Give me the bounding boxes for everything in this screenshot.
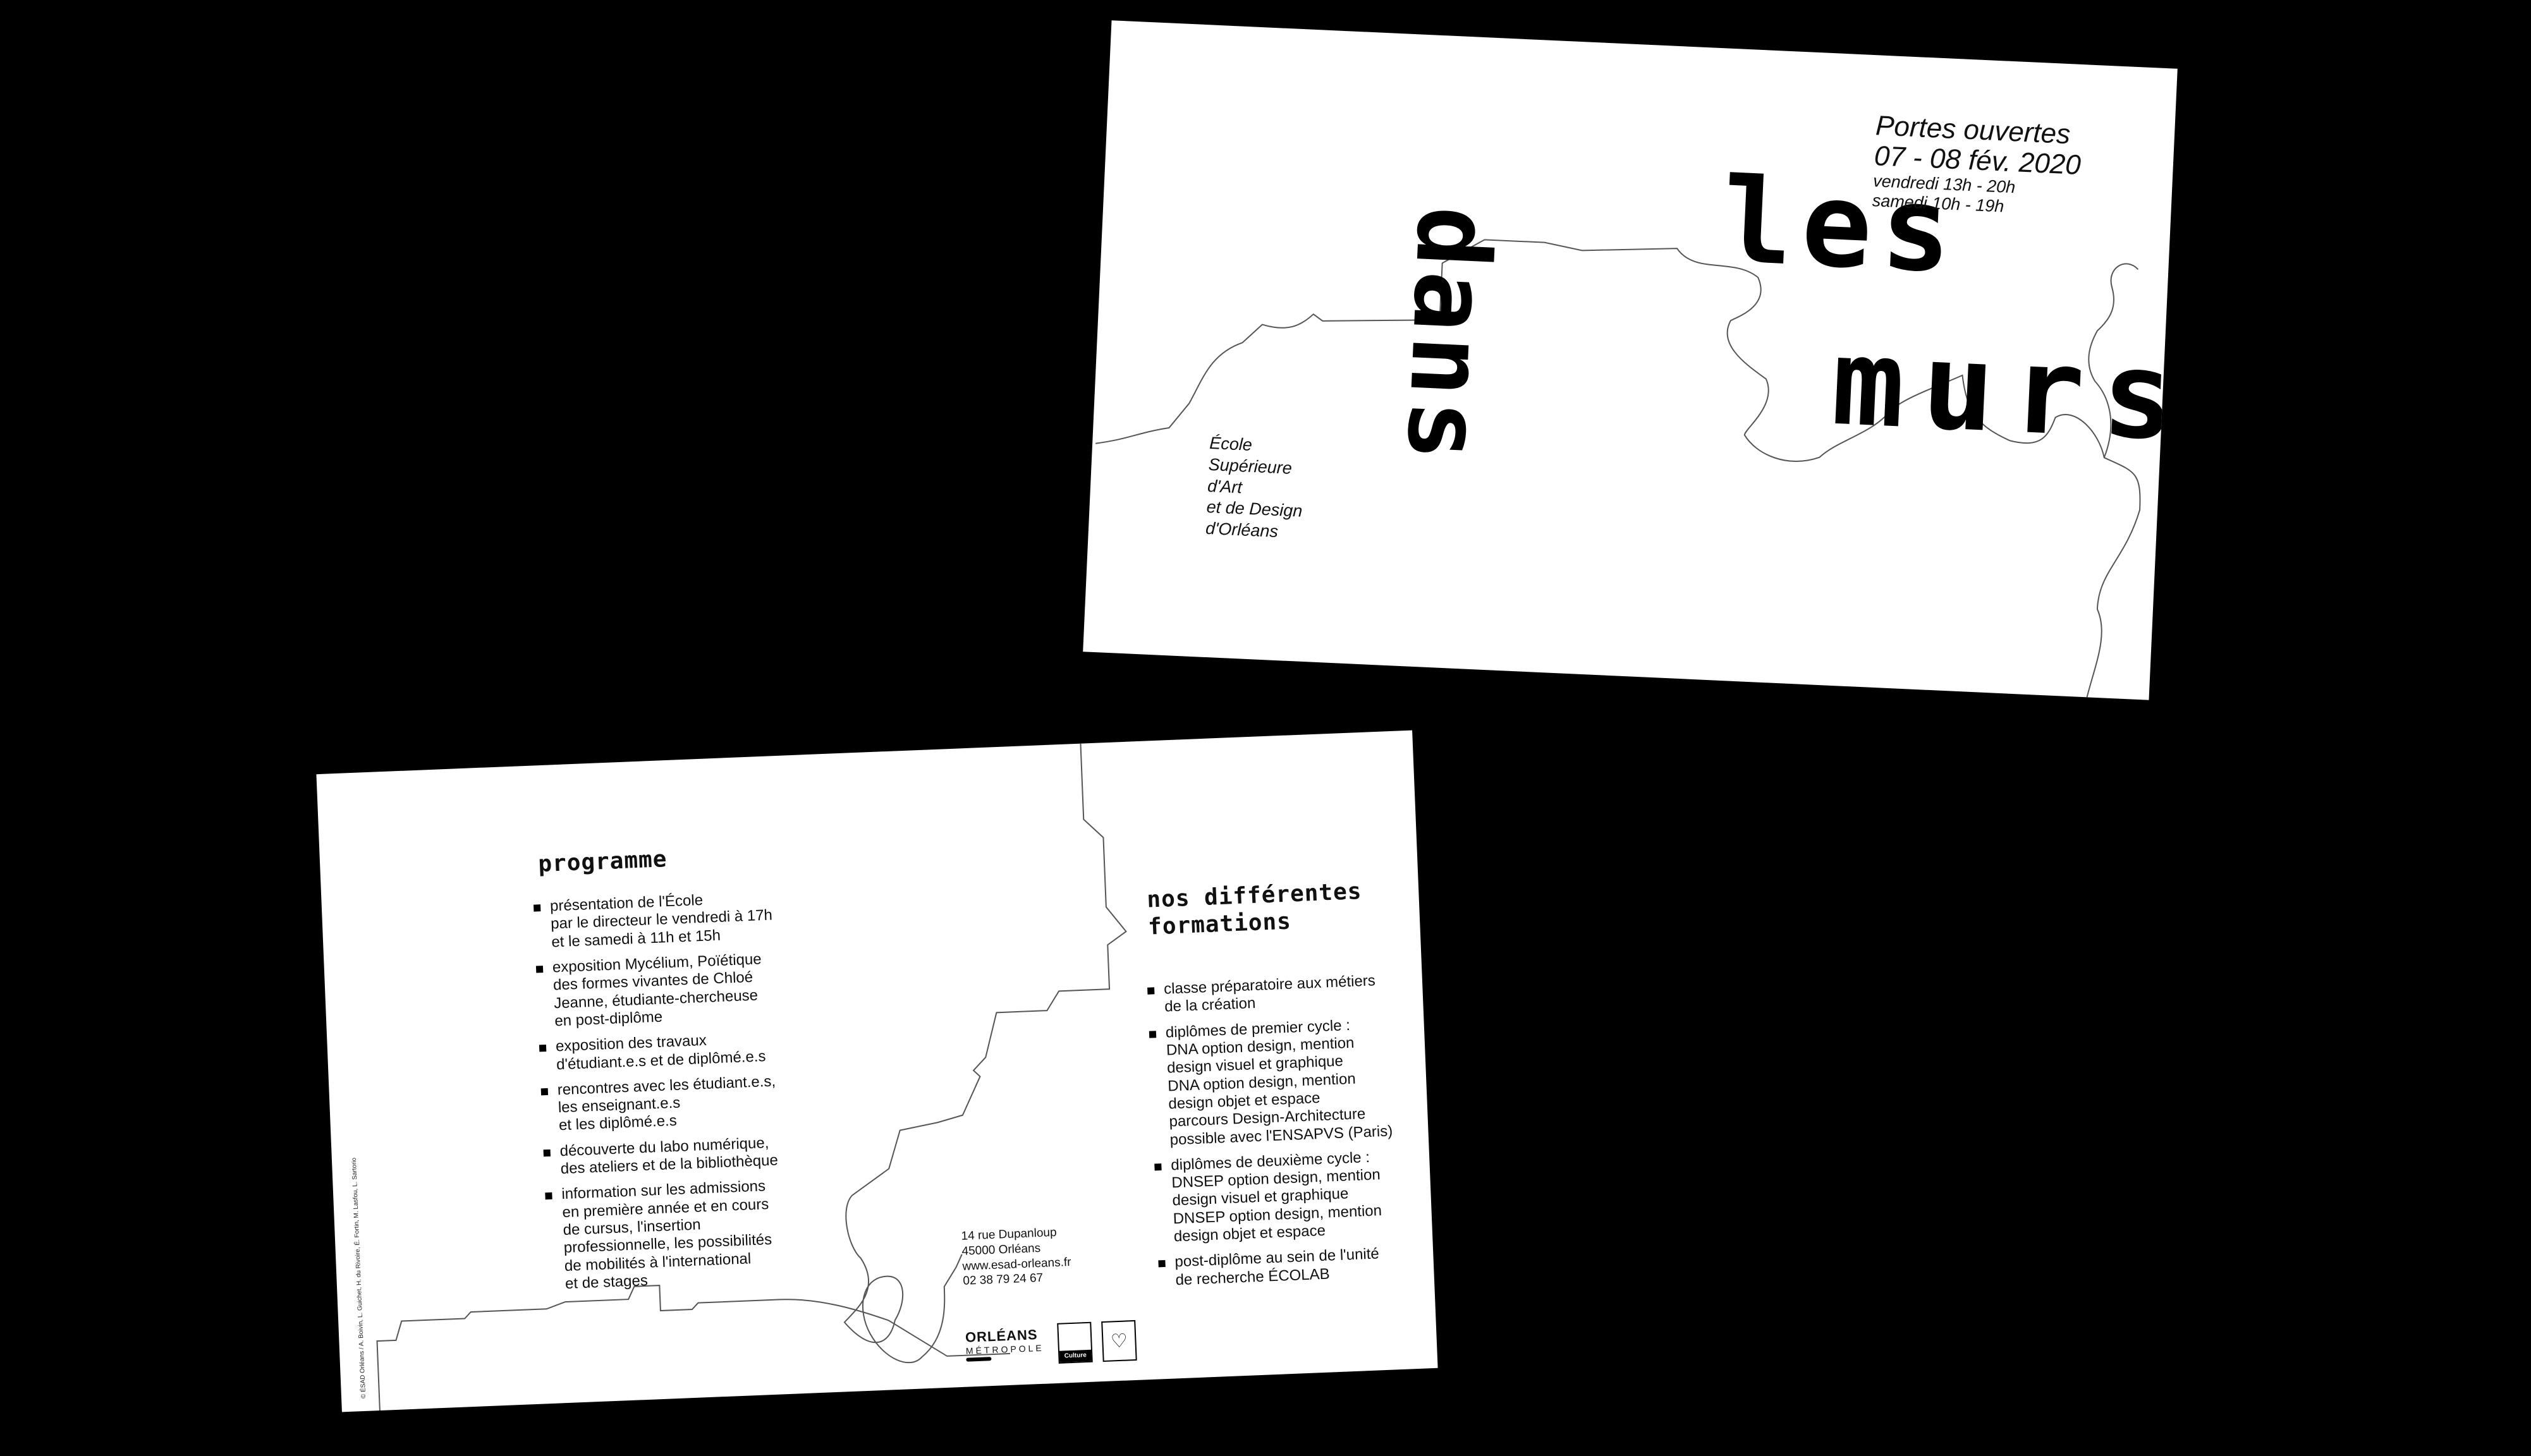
- list-item: exposition Mycélium, Poïétique des forme…: [535, 949, 816, 1031]
- list-item: rencontres avec les étudiant.e.s, les en…: [540, 1071, 820, 1136]
- back-card: programme présentation de l'École par le…: [316, 730, 1438, 1412]
- program-title: programme: [537, 846, 668, 878]
- logo-text: Culture: [1059, 1349, 1092, 1362]
- list-item: post-diplôme au sein de l'unité de reche…: [1158, 1244, 1425, 1290]
- list-item: classe préparatoire aux métiers de la cr…: [1147, 971, 1414, 1017]
- address-block: 14 rue Dupanloup 45000 Orléans www.esad-…: [961, 1225, 1072, 1289]
- heart-logo-icon: ♡: [1101, 1320, 1137, 1362]
- headline-word-murs: murs: [1829, 312, 2178, 468]
- formations-title: nos différentes formations: [1147, 878, 1363, 941]
- program-list: présentation de l'École par le directeur…: [534, 887, 827, 1301]
- list-item: diplômes de premier cycle : DNA option d…: [1149, 1014, 1419, 1150]
- school-line: d'Orléans: [1205, 518, 1279, 541]
- swoosh-icon: [966, 1357, 992, 1362]
- formations-list: classe préparatoire aux métiers de la cr…: [1147, 971, 1425, 1297]
- open-days-block: Portes ouvertes 07 - 08 fév. 2020 vendre…: [1872, 110, 2083, 219]
- headline-word-dans: dans: [1384, 203, 1514, 468]
- school-name: École Supérieure d'Art et de Design d'Or…: [1205, 433, 1305, 543]
- list-item: information sur les admissions en premiè…: [545, 1175, 827, 1294]
- front-card: dans les murs Portes ouvertes 07 - 08 fé…: [1083, 20, 2178, 700]
- list-item: découverte du labo numérique, des atelie…: [543, 1132, 822, 1179]
- list-item: présentation de l'École par le directeur…: [534, 887, 814, 952]
- orleans-metropole-logo: ORLÉANS MÉTROPOLE: [965, 1326, 1049, 1368]
- list-item: exposition des travaux d'étudiant.e.s et…: [539, 1028, 819, 1074]
- list-item: diplômes de deuxième cycle : DNSEP optio…: [1154, 1146, 1423, 1246]
- partner-logos: ORLÉANS MÉTROPOLE Culture ♡: [965, 1320, 1137, 1368]
- photo-credits: © ÉSAD Orléans / A. Boivin, L. Guichet, …: [350, 1157, 368, 1399]
- ministry-culture-logo: Culture: [1057, 1321, 1093, 1364]
